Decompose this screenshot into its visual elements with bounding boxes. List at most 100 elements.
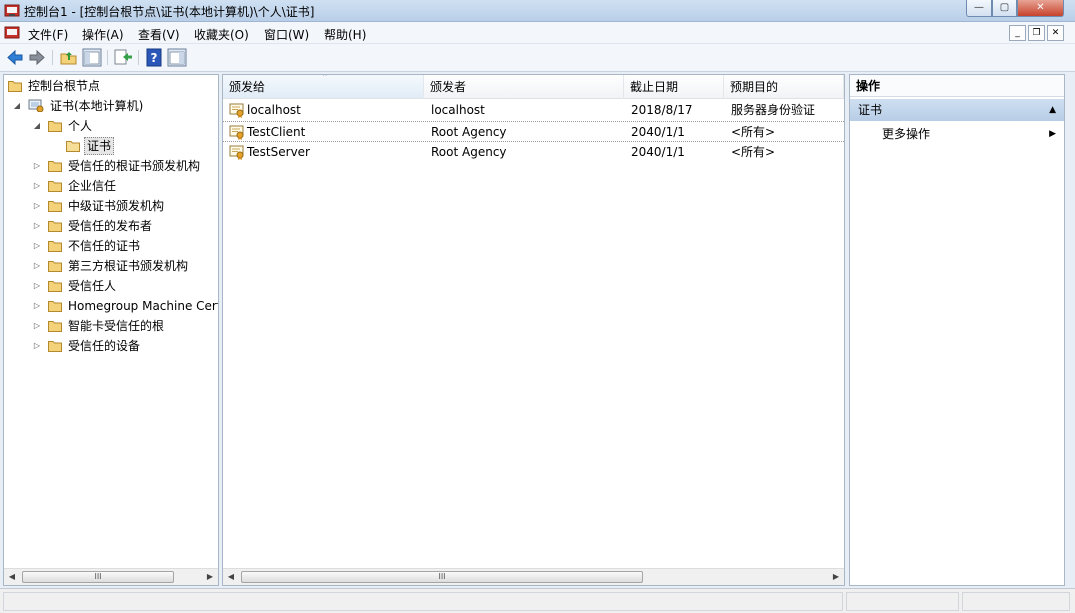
cell-issued-to: TestClient — [247, 125, 306, 139]
back-icon[interactable] — [5, 48, 25, 67]
collapsed-arrow-icon[interactable]: ▷ — [32, 317, 42, 335]
cell-intended-purposes: <所有> — [731, 145, 776, 159]
export-list-icon[interactable] — [113, 48, 133, 67]
collapsed-arrow-icon[interactable]: ▷ — [32, 337, 42, 355]
column-header-expiration-date[interactable]: 截止日期 — [624, 75, 724, 99]
tree-node-personal[interactable]: ◢ 个人 — [8, 117, 218, 135]
window-close-button[interactable]: ✕ — [1017, 0, 1064, 17]
mdi-close-button[interactable]: ✕ — [1047, 25, 1064, 41]
tree-node-intermediate-ca[interactable]: ▷ 中级证书颁发机构 — [8, 197, 218, 215]
tree-node-untrusted-certificates[interactable]: ▷ 不信任的证书 — [8, 237, 218, 255]
table-row[interactable]: localhost localhost 2018/8/17 服务器身份验证 — [223, 100, 844, 121]
status-cell-secondary — [846, 592, 959, 611]
folder-icon — [48, 341, 62, 352]
toolbar-separator — [52, 50, 53, 65]
more-actions-link[interactable]: 更多操作 — [882, 125, 930, 143]
folder-icon — [48, 301, 62, 312]
tree-node-homegroup-machine-cert[interactable]: ▷ Homegroup Machine Cert — [8, 297, 218, 315]
tree-label: 智能卡受信任的根 — [68, 319, 165, 333]
table-row[interactable]: TestClient Root Agency 2040/1/1 <所有> — [223, 121, 844, 142]
menu-view[interactable]: 查看(V) — [138, 26, 180, 43]
tree-node-enterprise-trust[interactable]: ▷ 企业信任 — [8, 177, 218, 195]
toolbar: ? — [0, 44, 1075, 72]
tree-node-console-root[interactable]: 控制台根节点 — [8, 77, 218, 95]
tree-node-smart-card-trusted-roots[interactable]: ▷ 智能卡受信任的根 — [8, 317, 218, 335]
scroll-left-arrow-icon[interactable]: ◀ — [223, 569, 239, 585]
action-pane-icon[interactable] — [167, 48, 187, 67]
collapsed-arrow-icon[interactable]: ▷ — [32, 177, 42, 195]
tree-node-personal-certificates[interactable]: 证书 — [8, 137, 218, 155]
menu-help[interactable]: 帮助(H) — [324, 26, 366, 43]
certificate-icon — [229, 145, 244, 160]
title-bar: 控制台1 - [控制台根节点\证书(本地计算机)\个人\证书] — ▢ ✕ — [0, 0, 1075, 22]
collapsed-arrow-icon[interactable]: ▷ — [32, 157, 42, 175]
tree-label: 不信任的证书 — [68, 239, 141, 253]
folder-open-icon — [66, 141, 80, 152]
tree-node-local-computer-certificates[interactable]: ◢ 证书(本地计算机) — [8, 97, 218, 115]
collapse-up-arrow-icon[interactable]: ▲ — [1049, 99, 1056, 121]
help-icon[interactable]: ? — [144, 48, 164, 67]
show-hide-tree-icon[interactable] — [82, 48, 102, 67]
console-tree-pane[interactable]: 控制台根节点 ◢ 证书(本地计算机) ◢ 个人 证书 ▷ 受信任的根证书颁发机构… — [3, 74, 219, 586]
folder-icon — [8, 81, 22, 92]
tree-label: Homegroup Machine Cert — [68, 299, 219, 313]
folder-icon — [48, 121, 62, 132]
scroll-thumb[interactable]: III — [241, 571, 643, 583]
folder-icon — [48, 181, 62, 192]
window-minimize-button[interactable]: — — [966, 0, 992, 17]
collapsed-arrow-icon[interactable]: ▷ — [32, 237, 42, 255]
mdi-minimize-button[interactable]: _ — [1009, 25, 1026, 41]
cell-intended-purposes: 服务器身份验证 — [731, 103, 816, 117]
cell-issued-by: localhost — [431, 103, 485, 117]
column-label: 颁发给 — [229, 80, 266, 94]
collapsed-arrow-icon[interactable]: ▷ — [32, 217, 42, 235]
tree-node-trusted-devices[interactable]: ▷ 受信任的设备 — [8, 337, 218, 355]
cell-expiration-date: 2018/8/17 — [631, 103, 693, 117]
menu-window[interactable]: 窗口(W) — [264, 26, 309, 43]
collapsed-arrow-icon[interactable]: ▷ — [32, 297, 42, 315]
collapsed-arrow-icon[interactable]: ▷ — [32, 197, 42, 215]
tree-label: 个人 — [68, 119, 93, 133]
scroll-right-arrow-icon[interactable]: ▶ — [828, 569, 844, 585]
submenu-right-arrow-icon[interactable]: ▶ — [1049, 125, 1056, 143]
up-folder-icon[interactable] — [59, 48, 79, 67]
menu-favorites[interactable]: 收藏夹(O) — [194, 26, 249, 43]
tree-node-trusted-publishers[interactable]: ▷ 受信任的发布者 — [8, 217, 218, 235]
folder-icon — [48, 221, 62, 232]
column-header-issued-to[interactable]: ⌃ 颁发给 — [223, 75, 424, 99]
list-horizontal-scrollbar[interactable]: ◀ III ▶ — [223, 568, 844, 585]
actions-section-certificates[interactable]: 证书 ▲ — [850, 99, 1064, 121]
system-menu-icon[interactable] — [4, 25, 20, 40]
column-header-issued-by[interactable]: 颁发者 — [424, 75, 624, 99]
menu-action[interactable]: 操作(A) — [82, 26, 124, 43]
cell-intended-purposes: <所有> — [731, 125, 776, 139]
scroll-right-arrow-icon[interactable]: ▶ — [202, 569, 218, 585]
tree-label: 受信任的发布者 — [68, 219, 153, 233]
tree-node-trusted-people[interactable]: ▷ 受信任人 — [8, 277, 218, 295]
toolbar-separator — [138, 50, 139, 65]
mmc-app-icon[interactable] — [4, 3, 20, 18]
collapsed-arrow-icon[interactable]: ▷ — [32, 277, 42, 295]
folder-icon — [48, 201, 62, 212]
column-label: 截止日期 — [630, 80, 679, 94]
collapsed-arrow-icon[interactable]: ▷ — [32, 257, 42, 275]
menu-file[interactable]: 文件(F) — [28, 26, 68, 43]
certificate-list-pane[interactable]: ⌃ 颁发给 颁发者 截止日期 预期目的 localhost localhost … — [222, 74, 845, 586]
tree-label: 控制台根节点 — [28, 79, 101, 93]
table-row[interactable]: TestServer Root Agency 2040/1/1 <所有> — [223, 142, 844, 163]
folder-icon — [48, 241, 62, 252]
sort-ascending-icon: ⌃ — [321, 74, 329, 83]
scroll-thumb[interactable]: III — [22, 571, 174, 583]
actions-pane: 操作 证书 ▲ 更多操作 ▶ — [849, 74, 1065, 586]
tree-node-trusted-root-ca[interactable]: ▷ 受信任的根证书颁发机构 — [8, 157, 218, 175]
expanded-arrow-icon[interactable]: ◢ — [32, 117, 42, 135]
scroll-left-arrow-icon[interactable]: ◀ — [4, 569, 20, 585]
mdi-restore-button[interactable]: ❐ — [1028, 25, 1045, 41]
expanded-arrow-icon[interactable]: ◢ — [12, 97, 22, 115]
tree-horizontal-scrollbar[interactable]: ◀ III ▶ — [4, 568, 218, 585]
folder-icon — [48, 261, 62, 272]
column-header-intended-purposes[interactable]: 预期目的 — [724, 75, 844, 99]
forward-icon[interactable] — [27, 48, 47, 67]
tree-node-third-party-root-ca[interactable]: ▷ 第三方根证书颁发机构 — [8, 257, 218, 275]
window-maximize-button[interactable]: ▢ — [992, 0, 1017, 17]
